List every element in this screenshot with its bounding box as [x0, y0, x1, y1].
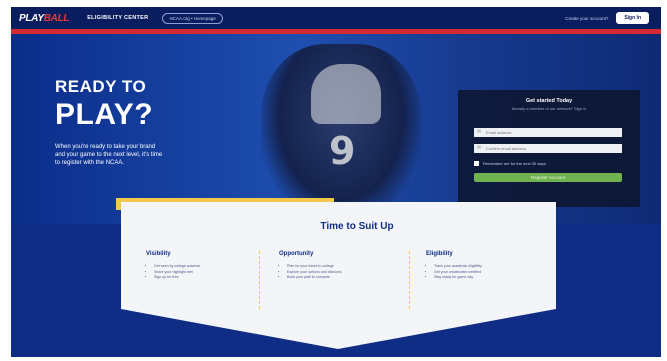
column-heading: Visibility: [146, 251, 171, 257]
column-eligibility: Eligibility Track your academic eligibil…: [426, 251, 534, 281]
column-divider: [409, 251, 410, 309]
list-item: Build your path to compete: [287, 275, 387, 281]
panel-shape: [121, 202, 556, 349]
column-opportunity: Opportunity Plan for your future in coll…: [279, 251, 387, 281]
column-visibility: Visibility Get seen by college coaches S…: [146, 251, 254, 281]
column-heading: Opportunity: [279, 251, 314, 257]
column-heading: Eligibility: [426, 251, 453, 257]
panel-title: Time to Suit Up: [320, 221, 394, 232]
page-frame: PLAYBALL ELIGIBILITY CENTER NCAA.org • H…: [11, 7, 661, 357]
list-item: Stay ready for game day: [434, 275, 534, 281]
list-item: Sign up for free: [154, 275, 254, 281]
column-divider: [259, 251, 260, 309]
